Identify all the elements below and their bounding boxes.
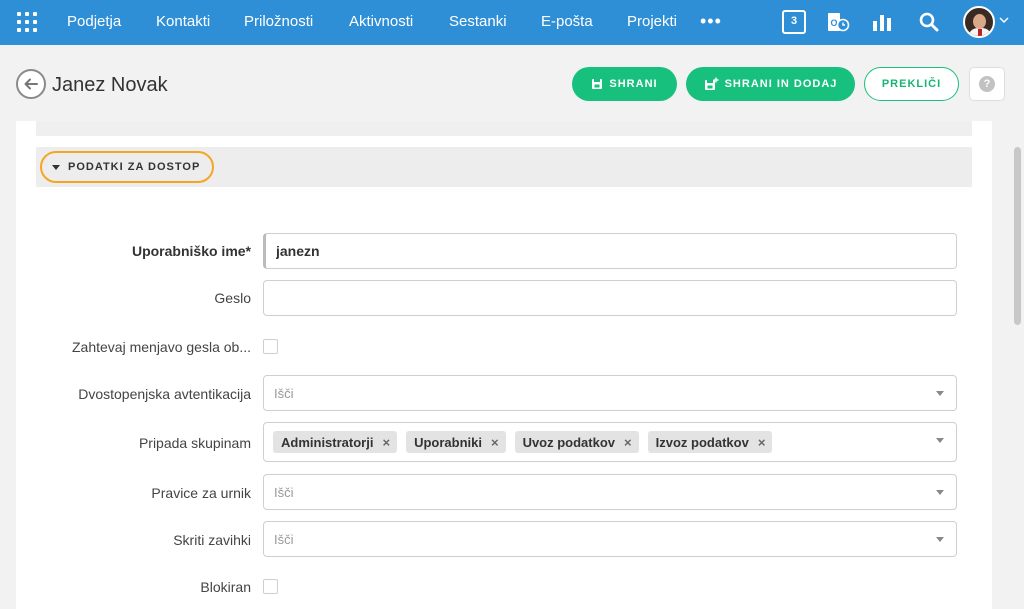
page-header: Janez Novak SHRANI SHRANI IN DODAJ PREKL… [0,45,1024,121]
two-factor-label: Dvostopenjska avtentikacija [78,386,251,402]
schedule-rights-placeholder: Išči [274,485,294,500]
group-tag-label: Administratorji [281,434,374,450]
back-button[interactable] [16,69,46,99]
groups-label: Pripada skupinam [138,435,251,451]
save-button[interactable]: SHRANI [572,67,677,101]
caret-down-icon [52,164,60,170]
two-factor-select[interactable]: Išči [263,375,957,411]
groups-multiselect[interactable]: Administratorji × Uporabniki × Uvoz poda… [263,422,957,462]
question-mark-icon: ? [979,76,995,92]
blocked-checkbox[interactable] [263,579,278,594]
apps-grid-icon[interactable] [17,12,37,32]
require-password-change-checkbox[interactable] [263,339,278,354]
remove-tag-icon[interactable]: × [491,435,499,450]
password-input[interactable] [263,280,957,316]
dropdown-caret-icon [936,490,944,495]
group-tag: Izvoz podatkov × [647,431,773,453]
nav-item-aktivnosti[interactable]: Aktivnosti [349,13,413,30]
hidden-tabs-placeholder: Išči [274,532,294,547]
dropdown-caret-icon [936,438,944,443]
blocked-label: Blokiran [200,579,251,595]
group-tag: Administratorji × [273,431,398,453]
floppy-disk-icon [591,78,603,90]
hidden-tabs-label: Skriti zavihki [173,532,251,548]
previous-section-strip [36,121,972,136]
dropdown-caret-icon [936,537,944,542]
scrollbar-track[interactable] [1012,121,1024,609]
nav-item-podjetja[interactable]: Podjetja [67,13,121,30]
dropdown-caret-icon [936,391,944,396]
username-input[interactable] [263,233,957,269]
svg-text:O: O [830,18,837,28]
help-button[interactable]: ? [969,67,1005,101]
save-and-add-button[interactable]: SHRANI IN DODAJ [686,67,855,101]
search-icon[interactable] [917,10,941,34]
page-title: Janez Novak [52,74,168,96]
group-tag-label: Uporabniki [414,434,482,450]
group-tag: Uporabniki × [406,431,506,453]
password-label: Geslo [214,290,251,306]
section-toggle-access-data[interactable]: PODATKI ZA DOSTOP [40,151,215,183]
outlook-sync-icon[interactable]: O [826,10,850,34]
require-password-change-label: Zahtevaj menjavo gesla ob... [72,339,251,355]
top-navigation-bar: Podjetja Kontakti Priložnosti Aktivnosti… [0,0,1024,45]
nav-item-sestanki[interactable]: Sestanki [449,13,507,30]
two-factor-placeholder: Išči [274,386,294,401]
nav-item-eposta[interactable]: E-pošta [541,13,593,30]
reports-chart-icon[interactable] [870,10,894,34]
floppy-disk-plus-icon [704,77,719,91]
section-title: PODATKI ZA DOSTOP [68,161,201,173]
nav-more-button[interactable]: ••• [700,11,722,32]
save-and-add-button-label: SHRANI IN DODAJ [724,78,838,90]
arrow-left-icon [24,78,38,90]
schedule-rights-label: Pravice za urnik [151,485,251,501]
calendar-icon[interactable]: 3 [782,10,806,34]
schedule-rights-select[interactable]: Išči [263,474,957,510]
group-tag-label: Izvoz podatkov [655,434,749,450]
cancel-button[interactable]: PREKLIČI [864,67,959,101]
username-label: Uporabniško ime* [131,243,251,259]
remove-tag-icon[interactable]: × [758,435,766,450]
user-avatar[interactable] [963,6,995,38]
group-tag-label: Uvoz podatkov [522,434,616,450]
remove-tag-icon[interactable]: × [624,435,632,450]
form-panel: PODATKI ZA DOSTOP Uporabniško ime* Geslo… [16,121,992,609]
remove-tag-icon[interactable]: × [382,435,390,450]
nav-item-priloznosti[interactable]: Priložnosti [244,13,313,30]
nav-item-kontakti[interactable]: Kontakti [156,13,210,30]
nav-item-projekti[interactable]: Projekti [627,13,677,30]
chevron-down-icon[interactable] [999,16,1009,24]
save-button-label: SHRANI [609,78,658,90]
hidden-tabs-select[interactable]: Išči [263,521,957,557]
group-tag: Uvoz podatkov × [514,431,639,453]
scrollbar-thumb[interactable] [1014,147,1021,325]
